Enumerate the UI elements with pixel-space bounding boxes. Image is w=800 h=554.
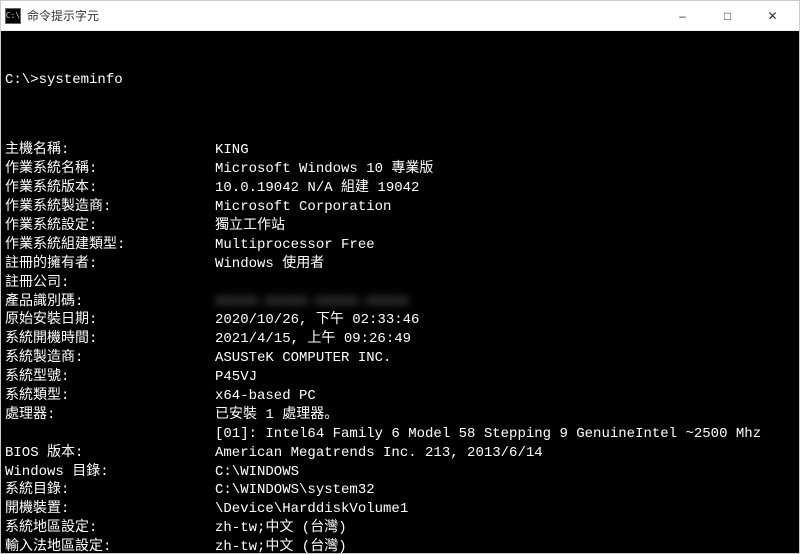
info-value: [01]: Intel64 Family 6 Model 58 Stepping…	[5, 425, 761, 444]
info-label: 作業系統製造商:	[5, 198, 215, 217]
info-value: \Device\HarddiskVolume1	[215, 500, 795, 519]
info-label: 系統型號:	[5, 368, 215, 387]
info-row: 作業系統版本:10.0.19042 N/A 組建 19042	[5, 179, 795, 198]
titlebar: C:\ 命令提示字元 – □ ✕	[1, 1, 799, 31]
info-value: Windows 使用者	[215, 255, 795, 274]
info-row: 系統目錄:C:\WINDOWS\system32	[5, 481, 795, 500]
info-row: BIOS 版本:American Megatrends Inc. 213, 20…	[5, 444, 795, 463]
terminal-output[interactable]: C:\>systeminfo 主機名稱:KING作業系統名稱:Microsoft…	[1, 31, 799, 553]
info-label: 系統製造商:	[5, 349, 215, 368]
info-label: 系統開機時間:	[5, 330, 215, 349]
info-label: 註冊公司:	[5, 274, 215, 293]
info-row: 系統製造商:ASUSTeK COMPUTER INC.	[5, 349, 795, 368]
info-row: [01]: Intel64 Family 6 Model 58 Stepping…	[5, 425, 795, 444]
info-row: 產品識別碼:XXXXX-XXXXX-XXXXX-XXXXX	[5, 293, 795, 312]
info-row: 系統類型:x64-based PC	[5, 387, 795, 406]
info-row: 作業系統名稱:Microsoft Windows 10 專業版	[5, 160, 795, 179]
info-value: American Megatrends Inc. 213, 2013/6/14	[215, 444, 795, 463]
info-value: Microsoft Corporation	[215, 198, 795, 217]
minimize-button[interactable]: –	[660, 2, 705, 30]
info-value: 10.0.19042 N/A 組建 19042	[215, 179, 795, 198]
info-label: 主機名稱:	[5, 141, 215, 160]
info-label: 作業系統組建類型:	[5, 236, 215, 255]
info-label: 系統目錄:	[5, 481, 215, 500]
info-label: 系統類型:	[5, 387, 215, 406]
info-row: 系統開機時間:2021/4/15, 上午 09:26:49	[5, 330, 795, 349]
info-label: 處理器:	[5, 406, 215, 425]
info-value: C:\WINDOWS	[215, 463, 795, 482]
info-label: 作業系統版本:	[5, 179, 215, 198]
info-value: zh-tw;中文 (台灣)	[215, 519, 795, 538]
systeminfo-output: 主機名稱:KING作業系統名稱:Microsoft Windows 10 專業版…	[5, 141, 795, 553]
info-value: XXXXX-XXXXX-XXXXX-XXXXX	[215, 293, 795, 312]
info-label: 系統地區設定:	[5, 519, 215, 538]
info-row: 開機裝置:\Device\HarddiskVolume1	[5, 500, 795, 519]
info-row: Windows 目錄:C:\WINDOWS	[5, 463, 795, 482]
window-title: 命令提示字元	[27, 7, 660, 24]
info-row: 輸入法地區設定:zh-tw;中文 (台灣)	[5, 538, 795, 553]
window-controls: – □ ✕	[660, 2, 795, 30]
info-value: Multiprocessor Free	[215, 236, 795, 255]
info-value: Microsoft Windows 10 專業版	[215, 160, 795, 179]
info-value: P45VJ	[215, 368, 795, 387]
info-value: 2021/4/15, 上午 09:26:49	[215, 330, 795, 349]
info-value: 獨立工作站	[215, 217, 795, 236]
info-value: KING	[215, 141, 795, 160]
info-label: BIOS 版本:	[5, 444, 215, 463]
cmd-icon: C:\	[5, 8, 21, 24]
maximize-button[interactable]: □	[705, 2, 750, 30]
info-row: 作業系統製造商:Microsoft Corporation	[5, 198, 795, 217]
info-row: 註冊公司:	[5, 274, 795, 293]
info-label: Windows 目錄:	[5, 463, 215, 482]
info-row: 處理器:已安裝 1 處理器。	[5, 406, 795, 425]
close-button[interactable]: ✕	[750, 2, 795, 30]
info-row: 系統型號:P45VJ	[5, 368, 795, 387]
info-row: 註冊的擁有者:Windows 使用者	[5, 255, 795, 274]
info-label: 註冊的擁有者:	[5, 255, 215, 274]
info-label: 輸入法地區設定:	[5, 538, 215, 553]
prompt-line: C:\>systeminfo	[5, 71, 795, 90]
info-row: 原始安裝日期:2020/10/26, 下午 02:33:46	[5, 311, 795, 330]
info-row: 作業系統設定:獨立工作站	[5, 217, 795, 236]
info-label: 原始安裝日期:	[5, 311, 215, 330]
info-value: zh-tw;中文 (台灣)	[215, 538, 795, 553]
cmd-window: C:\ 命令提示字元 – □ ✕ C:\>systeminfo 主機名稱:KIN…	[0, 0, 800, 554]
info-value: ASUSTeK COMPUTER INC.	[215, 349, 795, 368]
info-label: 作業系統設定:	[5, 217, 215, 236]
info-value: 2020/10/26, 下午 02:33:46	[215, 311, 795, 330]
info-label: 產品識別碼:	[5, 293, 215, 312]
info-row: 作業系統組建類型:Multiprocessor Free	[5, 236, 795, 255]
info-row: 主機名稱:KING	[5, 141, 795, 160]
info-value: 已安裝 1 處理器。	[215, 406, 795, 425]
info-value: x64-based PC	[215, 387, 795, 406]
info-label: 作業系統名稱:	[5, 160, 215, 179]
info-value: C:\WINDOWS\system32	[215, 481, 795, 500]
info-label: 開機裝置:	[5, 500, 215, 519]
info-value	[215, 274, 795, 293]
info-row: 系統地區設定:zh-tw;中文 (台灣)	[5, 519, 795, 538]
